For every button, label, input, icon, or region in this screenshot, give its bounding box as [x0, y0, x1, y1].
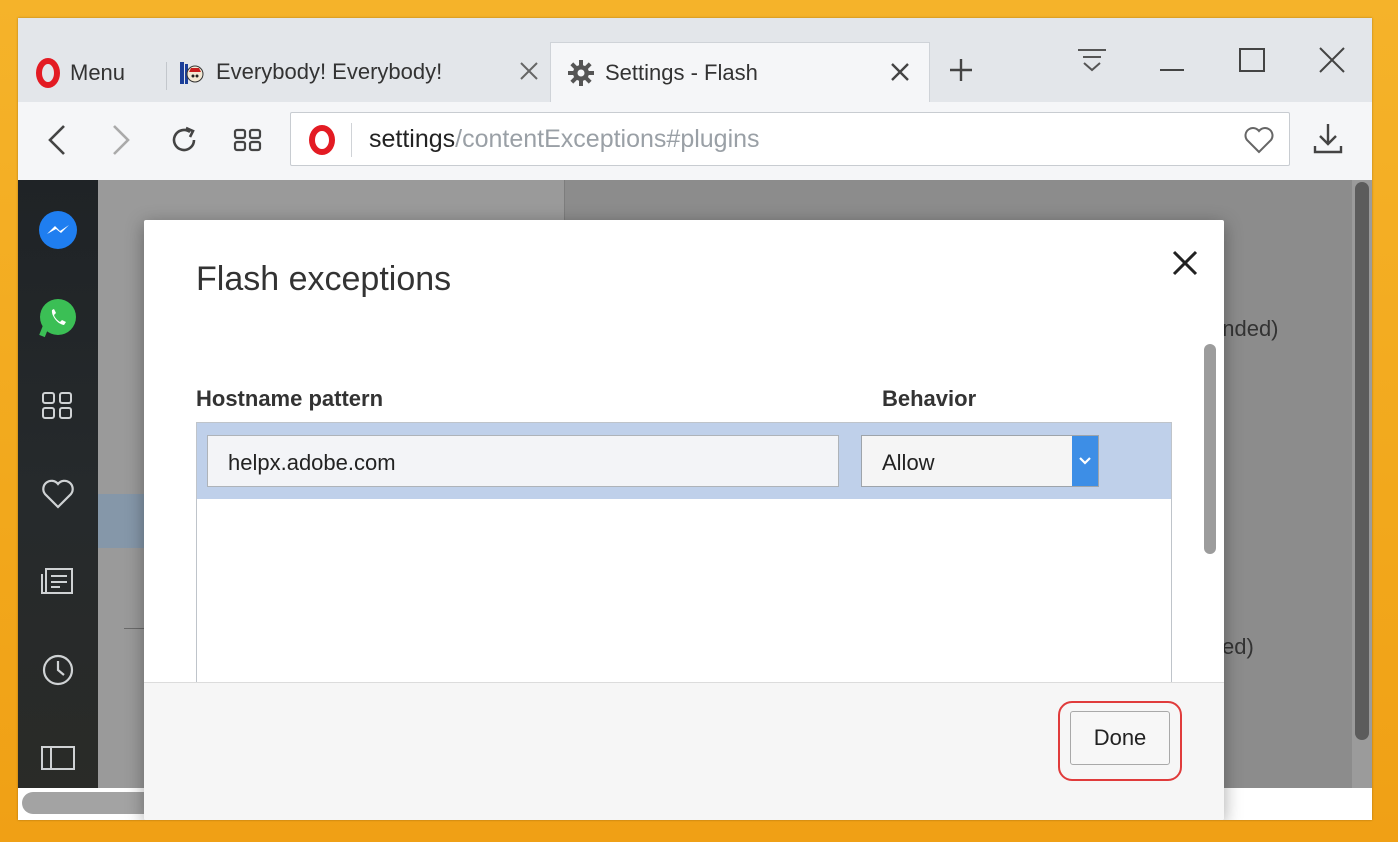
bookmarks-heart-icon[interactable]: [38, 474, 78, 514]
whatsapp-icon[interactable]: [38, 298, 78, 338]
behavior-header: Behavior: [882, 386, 977, 411]
address-bar[interactable]: settings/contentExceptions#plugins: [290, 112, 1290, 166]
minimize-icon[interactable]: [1152, 42, 1192, 82]
history-clock-icon[interactable]: [38, 650, 78, 690]
hostname-pattern-header: Hostname pattern: [196, 386, 384, 411]
opera-logo-icon: [36, 58, 60, 88]
address-separator: [351, 123, 352, 157]
nav-highlight: [98, 494, 144, 548]
sidebar-toggle-icon[interactable]: [38, 738, 78, 778]
tab-separator: [166, 62, 167, 90]
table-row[interactable]: helpx.adobe.com Allow: [197, 423, 1171, 499]
exceptions-list: helpx.adobe.com Allow: [196, 422, 1172, 722]
tab-close-icon[interactable]: [514, 56, 544, 86]
address-host: settings: [369, 125, 456, 153]
tab-title: Settings - Flash: [605, 59, 758, 85]
gear-icon: [567, 59, 595, 87]
news-icon[interactable]: [38, 562, 78, 602]
forward-icon[interactable]: [102, 122, 138, 158]
tab-everybody[interactable]: Everybody! Everybody!: [176, 42, 558, 102]
behavior-value: Allow: [882, 450, 935, 475]
nav-divider: [124, 628, 144, 629]
close-icon[interactable]: [1312, 42, 1352, 82]
speed-dial-icon[interactable]: [230, 122, 266, 158]
hostname-input[interactable]: helpx.adobe.com: [207, 435, 839, 487]
tab-bar: Menu Everybody! Everybody! Settings - Fl…: [18, 18, 1372, 102]
sidebar: [18, 180, 98, 820]
behavior-select[interactable]: Allow: [861, 435, 1099, 487]
address-url[interactable]: settings/contentExceptions#plugins: [369, 125, 760, 154]
page-scrollbar-thumb[interactable]: [1355, 182, 1369, 740]
address-path: /contentExceptions#plugins: [455, 125, 760, 153]
homestar-favicon-icon: [178, 58, 206, 86]
background-text: ed): [1222, 634, 1254, 659]
page-vertical-scrollbar[interactable]: [1352, 180, 1372, 820]
dialog-scrollbar-thumb[interactable]: [1204, 344, 1216, 554]
navigation-toolbar: settings/contentExceptions#plugins: [18, 102, 1372, 181]
reload-icon[interactable]: [166, 122, 202, 158]
tab-close-icon[interactable]: [885, 57, 915, 87]
done-button[interactable]: Done: [1070, 711, 1170, 765]
opera-menu-button[interactable]: Menu: [36, 56, 125, 90]
messenger-icon[interactable]: [38, 210, 78, 250]
tab-title: Everybody! Everybody!: [216, 59, 443, 84]
opera-site-icon: [309, 125, 335, 155]
dialog-footer: Done: [144, 682, 1224, 820]
tab-settings-flash[interactable]: Settings - Flash: [550, 42, 930, 102]
tab-menu-icon[interactable]: [1072, 42, 1112, 82]
browser-window: Menu Everybody! Everybody! Settings - Fl…: [18, 18, 1372, 820]
dialog-title: Flash exceptions: [196, 260, 452, 298]
bookmark-heart-icon[interactable]: [1243, 125, 1275, 155]
back-icon[interactable]: [40, 122, 76, 158]
dialog-scrollbar[interactable]: [1202, 344, 1218, 554]
download-icon[interactable]: [1310, 120, 1346, 158]
menu-label: Menu: [70, 60, 126, 85]
speed-dial-sidebar-icon[interactable]: [38, 386, 78, 426]
flash-exceptions-dialog: Flash exceptions Hostname pattern Behavi…: [144, 220, 1224, 820]
dialog-close-icon[interactable]: [1168, 246, 1202, 280]
new-tab-button[interactable]: [946, 52, 976, 94]
maximize-icon[interactable]: [1232, 42, 1272, 82]
chevron-down-icon[interactable]: [1072, 436, 1098, 486]
